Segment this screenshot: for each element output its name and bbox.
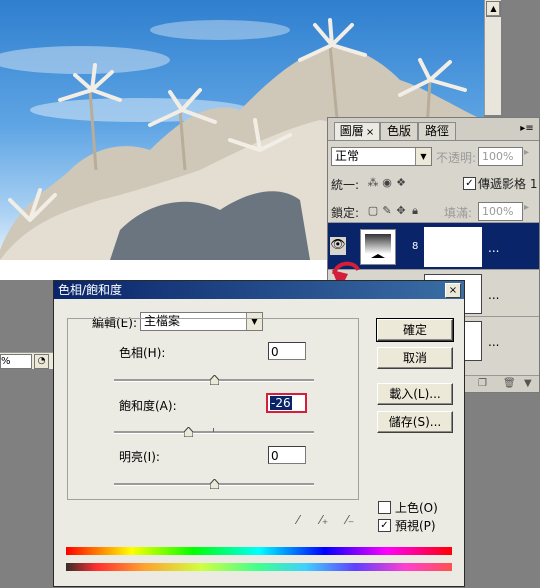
tab-paths[interactable]: 路徑 [418, 122, 456, 140]
new-layer-icon[interactable]: ❐ [478, 378, 487, 389]
lightness-label: 明亮(I): [119, 450, 160, 464]
eyedropper-minus-icon[interactable]: ⁄₋ [342, 513, 358, 529]
blend-mode-value: 正常 [335, 149, 360, 163]
fill-label: 填滿: [444, 206, 473, 220]
ok-button[interactable]: 確定 [376, 318, 454, 342]
scroll-up-arrow-icon[interactable]: ▲ [486, 1, 501, 17]
navigator-icon[interactable]: ◔ [34, 354, 49, 369]
tab-layers-label: 圖層 [339, 124, 364, 138]
zoom-field[interactable]: % [0, 354, 32, 369]
close-button[interactable]: × [445, 283, 461, 298]
dialog-title: 色相/飽和度 [58, 283, 123, 297]
lock-icons: ▢ ✎ ✥ 🔒︎ [366, 203, 422, 218]
opacity-field[interactable]: 100% [478, 147, 523, 166]
propagate-frame-checkbox[interactable]: ✓ [463, 177, 476, 190]
unify-style-icon[interactable]: ❖ [394, 176, 408, 189]
unify-label: 統一: [331, 178, 360, 192]
hue-saturation-dialog: 色相/飽和度 × 編輯(E): 主檔案 ▼ 色相(H): 0 飽和度(A): -… [53, 280, 465, 587]
preview-checkbox[interactable]: ✓ [378, 519, 391, 532]
link-chain-icon[interactable]: 8 [412, 241, 420, 252]
colorize-checkbox[interactable] [378, 501, 391, 514]
saturation-slider-track[interactable] [114, 431, 314, 434]
hue-input[interactable]: 0 [268, 342, 306, 360]
layer-mask-thumbnail[interactable] [424, 227, 482, 267]
layer-name[interactable]: ... [488, 241, 499, 255]
tab-channels[interactable]: 色版 [380, 122, 418, 140]
propagate-frame-label: 傳遞影格 1 [478, 177, 538, 191]
unify-visibility-icon[interactable]: ◉ [380, 176, 394, 189]
lightness-slider-thumb[interactable] [209, 479, 219, 489]
close-tab-icon[interactable]: × [366, 127, 374, 138]
saturation-label: 飽和度(A): [119, 399, 177, 413]
status-bar: % ◔ [0, 352, 56, 369]
load-button[interactable]: 載入(L)... [377, 383, 453, 405]
lock-label: 鎖定: [331, 206, 360, 220]
save-button[interactable]: 儲存(S)... [377, 411, 453, 433]
dialog-titlebar[interactable]: 色相/飽和度 × [54, 281, 464, 299]
layers-panel-tabs: 圖層 × 色版 路徑 ▸≡ [328, 118, 539, 141]
unify-position-icon[interactable]: ⁂ [366, 176, 380, 189]
cancel-button[interactable]: 取消 [377, 347, 453, 369]
saturation-value: -26 [270, 396, 292, 410]
lightness-input[interactable]: 0 [268, 446, 306, 464]
input-color-bar [66, 547, 452, 555]
tab-layers[interactable]: 圖層 × [334, 122, 380, 140]
layer-name[interactable]: ... [488, 288, 499, 302]
saturation-center-tick [213, 428, 214, 432]
eye-icon[interactable]: 👁︎ [330, 237, 346, 255]
saturation-input[interactable]: -26 [266, 393, 307, 413]
fill-arrow-icon[interactable]: ▸ [524, 202, 529, 213]
hue-slider-thumb[interactable] [209, 375, 219, 385]
eyedropper-plus-icon[interactable]: ⁄₊ [316, 513, 332, 529]
lock-all-icon[interactable]: 🔒︎ [408, 204, 422, 218]
fill-field[interactable]: 100% [478, 202, 523, 221]
output-color-bar [66, 563, 452, 571]
hue-label: 色相(H): [119, 346, 166, 360]
preview-label: 預視(P) [395, 519, 436, 533]
opacity-arrow-icon[interactable]: ▸ [524, 147, 529, 158]
chevron-down-icon: ▼ [415, 148, 431, 165]
blend-mode-select[interactable]: 正常 ▼ [331, 147, 432, 166]
trash-icon[interactable]: 🗑︎ [503, 378, 516, 389]
panel-menu-icon[interactable]: ▸≡ [520, 123, 534, 135]
canvas-vertical-scrollbar[interactable]: ▲ [484, 0, 501, 115]
lock-transparency-icon[interactable]: ▢ [366, 204, 380, 217]
lock-move-icon[interactable]: ✥ [394, 204, 408, 217]
unify-icons: ⁂ ◉ ❖ [366, 175, 408, 189]
colorize-label: 上色(O) [395, 501, 438, 515]
adjustment-group [67, 318, 359, 500]
eyedropper-icon[interactable]: ⁄ [290, 513, 306, 529]
opacity-label: 不透明: [436, 151, 477, 165]
lock-brush-icon[interactable]: ✎ [380, 204, 394, 217]
scroll-down-arrow-icon[interactable]: ▼ [524, 378, 532, 389]
layer-name[interactable]: ... [488, 335, 499, 349]
saturation-slider-thumb[interactable] [183, 427, 193, 437]
